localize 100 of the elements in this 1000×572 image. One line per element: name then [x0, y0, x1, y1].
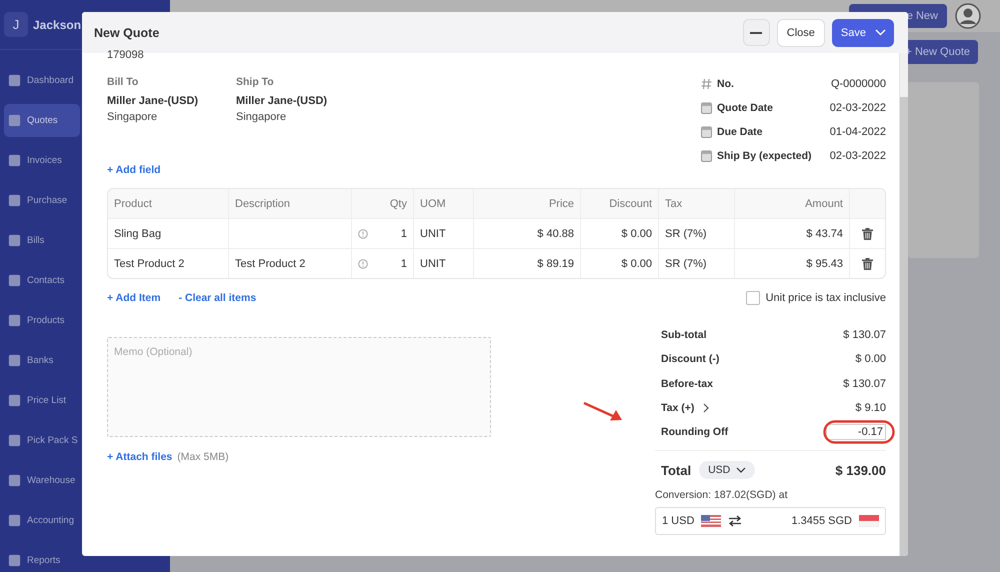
conversion-text: Conversion: 187.02(SGD) at	[655, 489, 788, 502]
sidebar-item[interactable]: Products	[4, 304, 80, 337]
total-label: Before-tax	[661, 378, 713, 390]
total-label: Discount (-)	[661, 353, 720, 366]
rounding-field[interactable]: -0.17	[826, 424, 886, 440]
flag-icon	[701, 515, 722, 528]
field-label: Quote Date	[717, 102, 774, 114]
add-field-link[interactable]: + Add field	[107, 164, 161, 176]
checkbox[interactable]	[746, 291, 760, 305]
table-cell: Sling Bag	[114, 228, 162, 240]
sidebar-item[interactable]: Reports	[4, 544, 80, 572]
nav-icon	[8, 194, 21, 207]
nav-icon	[8, 474, 21, 487]
total-label: Rounding Off	[661, 426, 728, 438]
sidebar-item[interactable]: Accounting	[4, 504, 80, 537]
table-cell: UNIT	[420, 228, 446, 240]
flag-icon	[859, 515, 879, 528]
sidebar-item[interactable]: Invoices	[4, 144, 80, 177]
table-cell: Test Product 2	[114, 258, 184, 270]
clear-items-link[interactable]: - Clear all items	[178, 292, 256, 304]
field-value[interactable]: 01-04-2022	[830, 126, 886, 138]
bill-to-name[interactable]: Miller Jane-(USD)	[107, 95, 236, 111]
field-label: Due Date	[717, 126, 763, 138]
sidebar-item[interactable]: Price List	[4, 384, 80, 417]
table-cell: $ 0.00	[621, 228, 652, 240]
exchange-rate-field[interactable]: 1 USD 1.3455 SGD	[655, 507, 886, 536]
calendar-icon	[701, 150, 712, 162]
table-cell: $ 95.43	[806, 258, 843, 270]
column-header: Tax	[658, 189, 734, 218]
field-label: No.	[717, 78, 734, 90]
nav-icon	[8, 74, 21, 87]
annotation-arrow	[583, 402, 623, 422]
minus-icon	[750, 32, 762, 34]
currency-dropdown[interactable]: USD	[699, 461, 756, 480]
sidebar-item[interactable]: Dashboard	[4, 64, 80, 97]
hash-icon	[701, 78, 712, 90]
calendar-icon	[701, 102, 712, 114]
ship-to-name[interactable]: Miller Jane-(USD)	[236, 95, 365, 111]
total-label: Total	[661, 462, 692, 478]
column-header: Discount	[580, 189, 658, 218]
nav-icon	[8, 114, 21, 127]
sidebar-item[interactable]: Contacts	[4, 264, 80, 297]
bill-to-label: Bill To	[107, 76, 140, 90]
sidebar-item[interactable]: Warehouse	[4, 464, 80, 497]
table-cell: SR (7%)	[665, 228, 707, 240]
sidebar-item[interactable]: Banks	[4, 344, 80, 377]
total-value: $ 130.07	[843, 329, 886, 342]
sidebar-item[interactable]: Pick Pack S	[4, 424, 80, 457]
nav-icon	[8, 274, 21, 287]
save-button[interactable]: Save	[832, 18, 894, 46]
total-label: Tax (+)	[661, 402, 694, 414]
minimize-button[interactable]	[742, 19, 770, 46]
chevron-down-icon	[736, 467, 746, 474]
column-header: Product	[113, 196, 153, 212]
rate-from: 1 USD	[662, 515, 694, 528]
column-header: Qty	[351, 189, 413, 218]
checkbox-label[interactable]: Unit price is tax inclusive	[766, 292, 886, 304]
table-cell: $ 89.19	[537, 258, 574, 270]
bill-to-country: Singapore	[107, 111, 158, 123]
add-item-link[interactable]: + Add Item	[107, 292, 161, 304]
field-value[interactable]: 02-03-2022	[830, 102, 886, 114]
rate-to: 1.3455 SGD	[791, 515, 852, 528]
size-limit-note: (Max 5MB)	[177, 451, 229, 463]
field-value[interactable]: Q-0000000	[830, 78, 886, 90]
workspace-name[interactable]: Jackson	[33, 18, 82, 32]
sidebar-item[interactable]: Quotes	[4, 104, 80, 137]
column-header: Amount	[734, 189, 849, 218]
memo-field[interactable]: Memo (Optional)	[107, 337, 491, 437]
table-cell: Test Product 2	[235, 258, 306, 270]
chevron-icon[interactable]	[703, 403, 710, 414]
nav-icon	[8, 394, 21, 407]
close-button[interactable]: Close	[776, 18, 825, 46]
nav-icon	[8, 154, 21, 167]
column-header: UOM	[413, 189, 473, 218]
chevron-down-icon	[875, 29, 886, 36]
total-label: Sub-total	[661, 329, 706, 342]
trash-icon[interactable]	[862, 258, 873, 270]
sidebar-item[interactable]: Purchase	[4, 184, 80, 217]
reference-number: 179098	[107, 49, 145, 62]
attach-files-link[interactable]: + Attach files	[107, 451, 172, 463]
avatar-icon[interactable]	[955, 3, 981, 29]
trash-icon[interactable]	[862, 228, 873, 240]
table-cell: SR (7%)	[665, 258, 707, 270]
swap-icon[interactable]	[728, 515, 742, 528]
table-cell: $ 43.74	[806, 228, 843, 240]
nav-icon	[8, 234, 21, 247]
scrollbar[interactable]	[900, 97, 908, 556]
table-cell: $ 0.00	[621, 258, 652, 270]
total-value: $ 130.07	[843, 378, 886, 390]
field-value[interactable]: 02-03-2022	[830, 150, 886, 162]
nav-icon	[8, 354, 21, 367]
field-label: Ship By (expected)	[717, 150, 812, 162]
nav-icon	[8, 434, 21, 447]
ship-to-label: Ship To	[236, 76, 275, 90]
column-header: Description	[228, 189, 351, 218]
table-cell: UNIT	[420, 258, 446, 270]
sidebar-item[interactable]: Bills	[4, 224, 80, 257]
workspace-avatar[interactable]: J	[4, 12, 28, 37]
dialog-title: New Quote	[94, 26, 160, 40]
ship-to-country: Singapore	[236, 111, 288, 123]
